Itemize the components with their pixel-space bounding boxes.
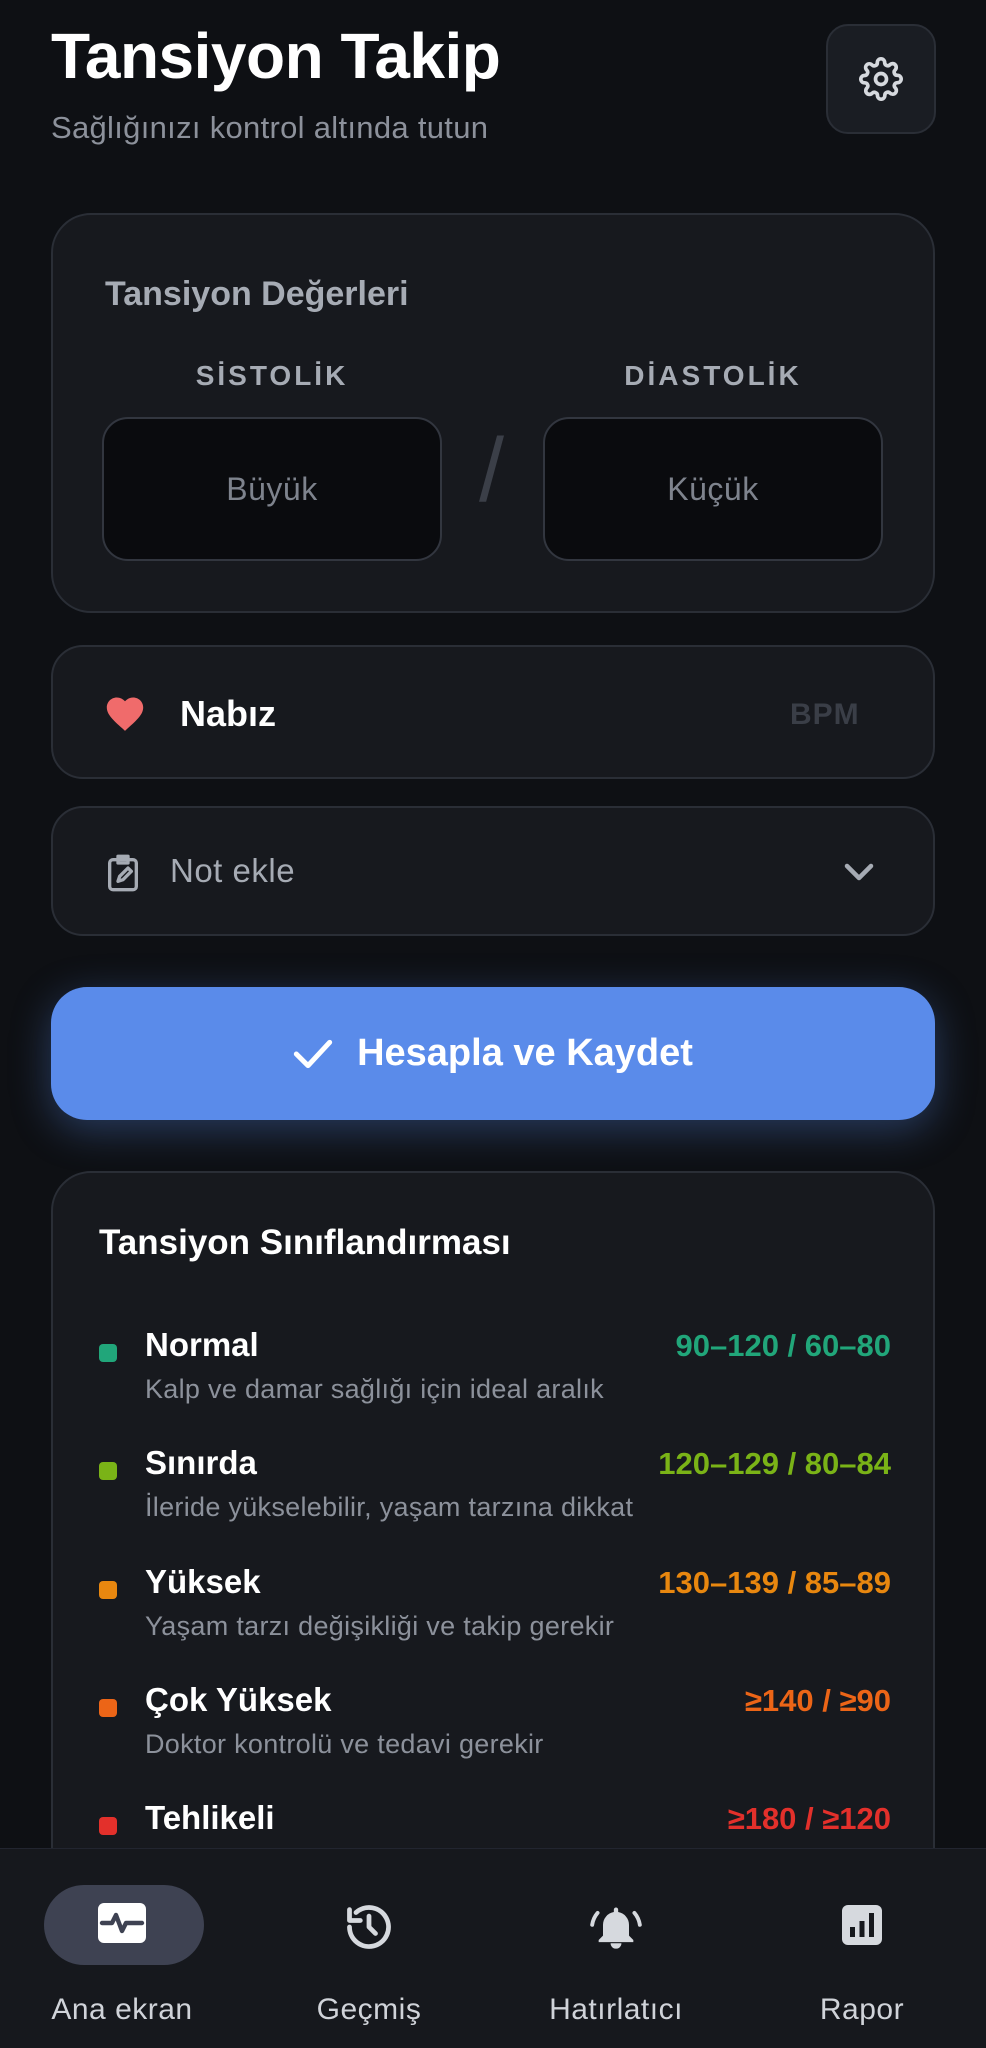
class-desc: Doktor kontrolü ve tedavi gerekir [145,1729,544,1759]
nav-label: Rapor [819,1993,905,2026]
nav-item-home[interactable]: Ana ekran [22,1849,222,2048]
pulse-field[interactable]: Nabız BPM [51,645,935,779]
status-dot [99,1581,117,1599]
history-icon [347,1905,391,1949]
activity-icon [98,1903,146,1943]
app-screen: Tansiyon Takip Sağlığınızı kontrol altın… [0,0,986,2048]
pulse-label: Nabız [180,693,277,734]
check-icon [293,1039,333,1068]
status-dot [99,1462,117,1480]
systolic-label: SİSTOLİK [195,360,349,391]
classification-title: Tansiyon Sınıflandırması [99,1223,511,1262]
class-row: Çok Yüksek ≥140 / ≥90 Doktor kontrolü ve… [53,1681,937,1799]
chevron-down-icon [844,863,874,881]
class-name: Tehlikeli [145,1799,275,1836]
gear-icon [859,57,903,101]
bp-card-title: Tansiyon Değerleri [105,275,409,313]
heart-icon [106,697,144,731]
class-desc: Yaşam tarzı değişikliği ve takip gerekir [145,1611,615,1641]
class-range: 90–120 / 60–80 [675,1328,892,1363]
class-range: ≥140 / ≥90 [744,1683,891,1718]
note-dropdown[interactable]: Not ekle [51,806,935,936]
class-row: Sınırda 120–129 / 80–84 İleride yükseleb… [53,1444,937,1562]
status-dot [99,1817,117,1835]
clipboard-edit-icon [108,854,138,892]
nav-label: Ana ekran [51,1993,193,2026]
class-row: Normal 90–120 / 60–80 Kalp ve damar sağl… [53,1326,937,1444]
bottom-nav: Ana ekran Geçmiş Hatırlatıcı Rapor [0,1848,986,2048]
calculate-save-button[interactable]: Hesapla ve Kaydet [51,987,935,1120]
pulse-unit: BPM [790,698,860,731]
nav-item-history[interactable]: Geçmiş [269,1849,469,2048]
status-dot [99,1699,117,1717]
diastolic-input[interactable] [543,417,883,561]
class-desc: İleride yükselebilir, yaşam tarzına dikk… [145,1492,634,1522]
status-dot [99,1344,117,1362]
diastolic-label: DİASTOLİK [624,360,802,391]
class-range: 130–139 / 85–89 [658,1565,891,1600]
class-desc: Kalp ve damar sağlığı için ideal aralık [145,1374,604,1404]
nav-item-report[interactable]: Rapor [762,1849,962,2048]
settings-button[interactable] [826,24,936,134]
class-name: Sınırda [145,1444,257,1481]
class-name: Normal [145,1326,259,1363]
submit-label: Hesapla ve Kaydet [357,1032,693,1074]
page-subtitle: Sağlığınızı kontrol altında tutun [51,110,489,145]
nav-label: Hatırlatıcı [549,1993,683,2026]
systolic-input[interactable] [102,417,442,561]
class-range: 120–129 / 80–84 [658,1446,891,1481]
note-label: Not ekle [170,852,296,889]
chart-icon [842,1905,882,1945]
class-name: Yüksek [145,1563,261,1600]
page-title: Tansiyon Takip [51,20,501,92]
bell-icon [590,1907,642,1949]
bp-separator: / [479,421,505,521]
class-name: Çok Yüksek [145,1681,332,1718]
nav-label: Geçmiş [316,1993,422,2026]
class-row: Yüksek 130–139 / 85–89 Yaşam tarzı değiş… [53,1563,937,1681]
nav-item-reminder[interactable]: Hatırlatıcı [516,1849,716,2048]
class-range: ≥180 / ≥120 [727,1801,891,1836]
